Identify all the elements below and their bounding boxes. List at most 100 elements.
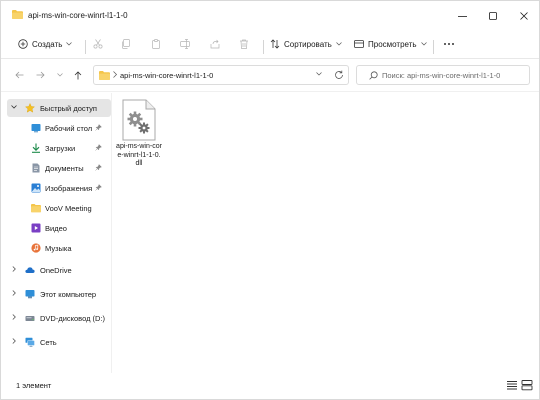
copy-icon	[122, 39, 130, 49]
close-icon	[520, 12, 528, 20]
sidebar-item-label: Этот компьютер	[40, 290, 97, 299]
cut-icon	[93, 39, 103, 49]
view-icon	[354, 40, 364, 48]
add-icon	[18, 39, 28, 49]
more-icon	[444, 43, 454, 45]
view-button[interactable]: Просмотреть	[354, 35, 427, 53]
maximize-button[interactable]	[478, 1, 508, 31]
recent-locations-button[interactable]	[52, 67, 68, 83]
desktop-icon	[31, 124, 41, 133]
delete-button[interactable]	[234, 35, 254, 53]
more-options-button[interactable]	[440, 35, 458, 53]
forward-button[interactable]	[32, 67, 48, 83]
rename-icon	[179, 39, 190, 49]
chevron-right-icon[interactable]	[11, 290, 17, 296]
toolbar-divider	[1, 58, 539, 59]
chevron-down-icon	[336, 42, 342, 46]
up-button[interactable]	[70, 67, 86, 83]
pane-separator[interactable]	[111, 93, 112, 373]
paste-button[interactable]	[146, 35, 166, 53]
chevron-right-icon[interactable]	[11, 338, 17, 344]
folder-icon	[31, 204, 41, 213]
search-icon	[369, 71, 378, 80]
folder-icon	[12, 10, 23, 19]
sidebar-item-documents[interactable]: Документы	[7, 159, 111, 177]
sidebar-item-quick-access[interactable]: Быстрый доступ	[7, 99, 111, 117]
sidebar-item-label: Изображения	[45, 184, 93, 193]
sidebar-item-pictures[interactable]: Изображения	[7, 179, 111, 197]
star-icon	[25, 103, 35, 113]
item-count: 1 элемент	[16, 381, 52, 390]
dll-file-icon	[122, 99, 156, 141]
up-arrow-icon	[74, 70, 82, 79]
sidebar-item-label: Сеть	[40, 338, 57, 347]
sidebar-item-videos[interactable]: Видео	[7, 219, 111, 237]
sidebar-item-label: Видео	[45, 224, 67, 233]
chevron-down-icon[interactable]	[316, 72, 322, 76]
minimize-icon	[457, 15, 467, 17]
music-icon	[31, 243, 41, 253]
computer-icon	[25, 290, 35, 299]
sidebar-item-label: Документы	[45, 164, 84, 173]
sidebar-item-voov-meeting[interactable]: VooV Meeting	[7, 199, 111, 217]
network-icon	[25, 337, 35, 347]
chevron-right-icon	[113, 71, 117, 78]
pin-icon	[95, 184, 102, 191]
back-arrow-icon	[14, 71, 23, 79]
details-view-icon[interactable]	[506, 379, 518, 391]
delete-icon	[240, 39, 248, 49]
sidebar-item-this-pc[interactable]: Этот компьютер	[7, 285, 111, 303]
minimize-button[interactable]	[447, 1, 477, 31]
folder-icon	[99, 71, 110, 80]
address-bar[interactable]: api-ms-win-core-winrt-l1-1-0	[93, 65, 349, 85]
address-path[interactable]: api-ms-win-core-winrt-l1-1-0	[120, 71, 213, 80]
search-box[interactable]: Поиск: api-ms-win-core-winrt-l1-1-0	[356, 65, 530, 85]
chevron-down-icon	[66, 42, 73, 46]
file-name: api-ms-win-core-winrt-l1-1-0.dll	[116, 143, 162, 167]
sidebar-item-label: Быстрый доступ	[40, 104, 97, 113]
tiles-view-icon[interactable]	[521, 379, 533, 391]
title-bar[interactable]: api-ms-win-core-winrt-l1-1-0	[1, 1, 539, 31]
paste-icon	[152, 39, 160, 49]
chevron-right-icon[interactable]	[11, 314, 17, 320]
new-button[interactable]: Создать	[18, 35, 73, 53]
view-label: Просмотреть	[368, 39, 417, 49]
sidebar-item-downloads[interactable]: Загрузки	[7, 139, 111, 157]
sidebar-item-onedrive[interactable]: OneDrive	[7, 261, 111, 279]
sort-button[interactable]: Сортировать	[270, 35, 342, 53]
sidebar-item-label: Загрузки	[45, 144, 76, 153]
search-input[interactable]: Поиск: api-ms-win-core-winrt-l1-1-0	[382, 71, 500, 80]
address-divider	[1, 91, 539, 92]
picture-icon	[31, 183, 41, 193]
pin-icon	[95, 164, 102, 171]
chevron-down-icon	[57, 73, 63, 77]
chevron-down-icon[interactable]	[11, 104, 17, 110]
cloud-icon	[25, 267, 35, 273]
toolbar-separator	[433, 40, 434, 54]
sidebar-item-dvd-drive[interactable]: DVD-дисковод (D:)	[7, 309, 111, 327]
toolbar-separator	[85, 40, 86, 54]
sort-label: Сортировать	[284, 39, 332, 49]
download-icon	[32, 143, 40, 153]
share-icon	[210, 39, 220, 49]
sidebar-item-desktop[interactable]: Рабочий стол	[7, 119, 111, 137]
back-button[interactable]	[11, 67, 27, 83]
refresh-icon[interactable]	[334, 70, 344, 80]
file-item[interactable]: api-ms-win-core-winrt-l1-1-0.dll	[116, 97, 162, 175]
pin-icon	[95, 144, 102, 151]
chevron-right-icon[interactable]	[11, 266, 17, 272]
window-title: api-ms-win-core-winrt-l1-1-0	[28, 11, 128, 20]
document-icon	[32, 163, 40, 173]
maximize-icon	[489, 12, 497, 20]
rename-button[interactable]	[175, 35, 195, 53]
sidebar-item-label: OneDrive	[40, 266, 72, 275]
sidebar-item-music[interactable]: Музыка	[7, 239, 111, 257]
sidebar-item-network[interactable]: Сеть	[7, 333, 111, 351]
sidebar-item-label: DVD-дисковод (D:)	[40, 314, 106, 323]
dvd-drive-icon	[25, 316, 35, 321]
copy-button[interactable]	[116, 35, 136, 53]
pin-icon	[95, 124, 102, 131]
close-button[interactable]	[509, 1, 539, 31]
share-button[interactable]	[205, 35, 225, 53]
cut-button[interactable]	[88, 35, 108, 53]
